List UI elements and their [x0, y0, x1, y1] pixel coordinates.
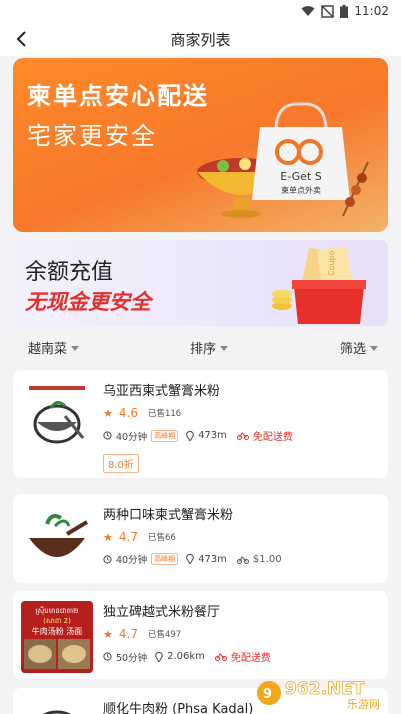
sort-filter-label: 排序	[190, 342, 217, 357]
merchant-rating-row: ★ 4.6 已售116	[103, 406, 181, 420]
nav-bar: 商家列表	[0, 22, 401, 56]
merchant-delivery-fee: 免配送费	[252, 432, 293, 443]
merchant-distance: 2.06km	[167, 651, 205, 662]
clock-icon	[103, 431, 112, 440]
merchant-delivery-fee: $1.00	[252, 553, 282, 565]
balance-headline: 余额充值	[25, 260, 114, 285]
status-time: 11:02	[354, 4, 389, 18]
chevron-down-icon	[370, 346, 379, 351]
bag-brand-sub: 柬单点外卖	[281, 185, 321, 195]
skewer-illustration	[342, 161, 369, 217]
merchant-rating: 4.7	[118, 530, 138, 544]
cuisine-filter[interactable]: 越南菜	[28, 338, 80, 357]
cuisine-filter-label: 越南菜	[28, 342, 68, 357]
chevron-down-icon	[71, 346, 80, 351]
location-pin-icon	[186, 430, 194, 441]
merchant-info-row: 40分钟 高峰期 473m $1.00	[103, 552, 282, 566]
merchant-info-row: 40分钟 高峰期 473m 免配送费	[103, 428, 293, 443]
peak-badge: 高峰期	[151, 429, 179, 442]
merchant-sold: 已售116	[147, 409, 182, 419]
merchant-rating: 4.7	[118, 627, 138, 641]
screen-filter[interactable]: 筛选	[340, 338, 379, 357]
svg-text:9: 9	[263, 687, 272, 702]
status-bar: 11:02	[0, 0, 401, 22]
logo-branch-text: (សាខា 2)	[43, 617, 71, 625]
merchant-logo	[21, 504, 93, 576]
clock-icon	[103, 554, 112, 564]
battery-icon	[340, 4, 349, 18]
back-arrow-icon	[16, 31, 26, 47]
sort-filter[interactable]: 排序	[190, 338, 229, 357]
merchant-name: 独立碑越式米粉餐厅	[103, 605, 221, 620]
merchant-card[interactable]: ស្រ៊ិបមានជាតា២ (សាខា 2) 牛肉汤粉 汤面 独立碑越式米粉餐…	[13, 591, 388, 679]
delivery-bike-icon	[236, 432, 249, 440]
gift-box-icon: Coupo	[272, 246, 366, 324]
merchant-rating: 4.6	[118, 406, 138, 420]
discount-badge: 8.0折	[103, 454, 139, 473]
merchant-rating-row: ★ 4.7 已售66	[103, 530, 176, 544]
delivery-banner[interactable]: 柬单点安心配送 宅家更安全 E-Get S 柬单点外卖	[13, 58, 388, 232]
peak-badge: 高峰期	[151, 553, 179, 565]
merchant-card[interactable]: 乌亚西柬式蟹膏米粉 ★ 4.6 已售116 40分钟 高峰期 473m 免配送费…	[13, 370, 388, 478]
merchant-logo	[21, 698, 93, 714]
merchant-delivery-time: 40分钟	[116, 555, 148, 566]
merchant-name: 顺化牛肉粉 (Phsa Kadal)	[103, 702, 254, 714]
delivery-bike-icon	[214, 653, 227, 661]
watermark-sub: 乐游网	[347, 698, 380, 710]
merchant-name: 两种口味柬式蟹膏米粉	[103, 508, 234, 523]
merchant-distance: 473m	[198, 430, 227, 441]
merchant-delivery-fee: 免配送费	[230, 653, 271, 664]
location-pin-icon	[186, 554, 194, 564]
signal-off-icon	[321, 4, 335, 18]
filter-bar: 越南菜 排序 筛选	[0, 332, 401, 362]
merchant-name: 乌亚西柬式蟹膏米粉	[103, 384, 221, 399]
logo-khmer-text: ស្រ៊ិបមានជាតា២	[36, 606, 79, 616]
star-icon: ★	[103, 406, 113, 420]
star-icon: ★	[103, 627, 113, 641]
merchant-sold: 已售497	[147, 630, 182, 640]
merchant-info-row: 50分钟 2.06km 免配送费	[103, 649, 271, 664]
back-button[interactable]	[8, 26, 34, 52]
clock-icon	[103, 652, 112, 661]
banner-headline: 柬单点安心配送	[27, 82, 209, 110]
site-watermark: 9 962.NET 乐游网	[257, 679, 380, 710]
balance-subline: 无现金更安全	[25, 290, 151, 314]
merchant-sold: 已售66	[147, 533, 176, 543]
page-title: 商家列表	[170, 30, 231, 49]
merchant-rating-row: ★ 4.7 已售497	[103, 627, 181, 641]
balance-banner[interactable]: 余额充值 无现金更安全 Coupo	[13, 240, 388, 326]
coupon-text: Coupo	[327, 250, 336, 276]
watermark-text: 962.NET	[285, 679, 365, 699]
merchant-delivery-time: 40分钟	[116, 431, 148, 443]
merchant-card[interactable]: 两种口味柬式蟹膏米粉 ★ 4.7 已售66 40分钟 高峰期 473m $1.0…	[13, 494, 388, 583]
bag-brand-name: E-Get S	[280, 170, 321, 183]
screen-filter-label: 筛选	[340, 342, 367, 357]
star-icon: ★	[103, 530, 113, 544]
logo-chinese-text: 牛肉汤粉 汤面	[32, 626, 83, 636]
location-pin-icon	[155, 651, 163, 662]
merchant-distance: 473m	[198, 553, 227, 565]
chevron-down-icon	[220, 346, 229, 351]
merchant-list-page: 柬单点安心配送 宅家更安全 E-Get S 柬单点外卖 余额充值 无现金更安全 …	[0, 56, 401, 714]
wifi-icon	[301, 6, 315, 16]
merchant-delivery-time: 50分钟	[116, 652, 148, 664]
merchant-logo	[21, 380, 93, 452]
merchant-logo: ស្រ៊ិបមានជាតា២ (សាខា 2) 牛肉汤粉 汤面	[21, 601, 93, 673]
banner-subline: 宅家更安全	[27, 122, 157, 150]
delivery-bike-icon	[236, 555, 249, 564]
